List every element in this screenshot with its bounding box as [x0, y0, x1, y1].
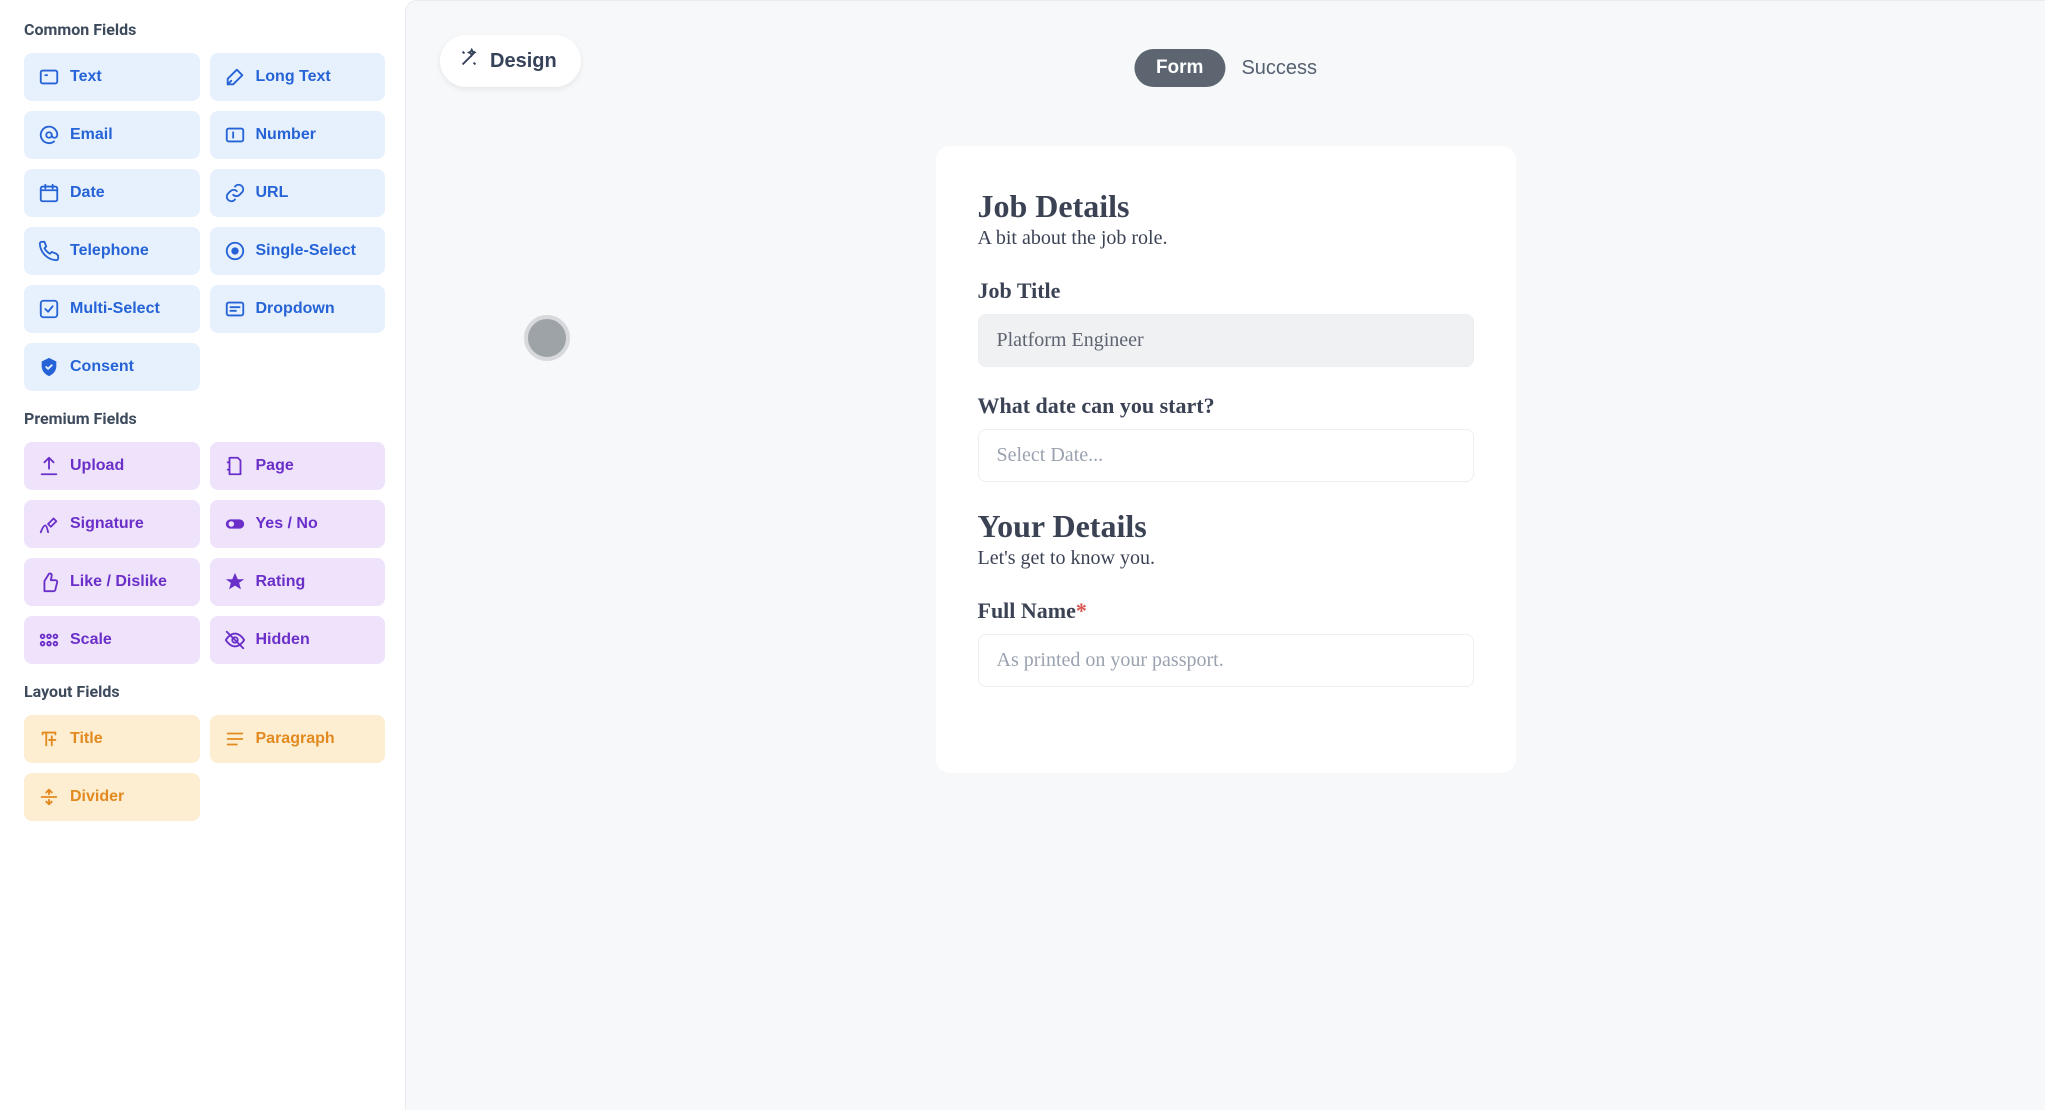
url-icon — [224, 182, 246, 204]
input-full-name[interactable] — [978, 634, 1474, 687]
telephone-icon — [38, 240, 60, 262]
section-title-your: Your Details — [978, 508, 1474, 545]
tab-bar: Form Success — [1134, 49, 1317, 87]
field-multi-select[interactable]: Multi-Select — [24, 285, 200, 333]
input-job-title — [978, 314, 1474, 367]
field-single-select[interactable]: Single-Select — [210, 227, 386, 275]
field-scale[interactable]: Scale — [24, 616, 200, 664]
field-palette: Common Fields Text Long Text Email Numbe… — [0, 0, 405, 1110]
field-page[interactable]: Page — [210, 442, 386, 490]
signature-icon — [38, 513, 60, 535]
section-title-premium: Premium Fields — [24, 409, 385, 428]
field-hidden[interactable]: Hidden — [210, 616, 386, 664]
drag-cursor-indicator — [524, 315, 570, 361]
date-icon — [38, 182, 60, 204]
page-icon — [224, 455, 246, 477]
thumb-icon — [38, 571, 60, 593]
field-yesno[interactable]: Yes / No — [210, 500, 386, 548]
hidden-icon — [224, 629, 246, 651]
canvas-area: Design Form Success Job Details A bit ab… — [405, 0, 2045, 1110]
dropdown-icon — [224, 298, 246, 320]
field-rating[interactable]: Rating — [210, 558, 386, 606]
tab-form[interactable]: Form — [1134, 49, 1226, 87]
section-title-job: Job Details — [978, 188, 1474, 225]
multi-select-icon — [38, 298, 60, 320]
common-fields-grid: Text Long Text Email Number Date URL Tel… — [24, 53, 385, 391]
paragraph-icon — [224, 728, 246, 750]
section-title-layout: Layout Fields — [24, 682, 385, 701]
label-full-name: Full Name* — [978, 598, 1474, 624]
upload-icon — [38, 455, 60, 477]
field-url[interactable]: URL — [210, 169, 386, 217]
field-upload[interactable]: Upload — [24, 442, 200, 490]
field-signature[interactable]: Signature — [24, 500, 200, 548]
scale-icon — [38, 629, 60, 651]
field-number[interactable]: Number — [210, 111, 386, 159]
field-telephone[interactable]: Telephone — [24, 227, 200, 275]
layout-fields-grid: Title Paragraph Divider — [24, 715, 385, 821]
form-preview-card: Job Details A bit about the job role. Jo… — [936, 146, 1516, 773]
section-sub-your: Let's get to know you. — [978, 547, 1474, 570]
field-text[interactable]: Text — [24, 53, 200, 101]
input-start-date[interactable] — [978, 429, 1474, 482]
wand-icon — [458, 47, 480, 75]
field-dropdown[interactable]: Dropdown — [210, 285, 386, 333]
section-sub-job: A bit about the job role. — [978, 227, 1474, 250]
toggle-icon — [224, 513, 246, 535]
field-email[interactable]: Email — [24, 111, 200, 159]
email-icon — [38, 124, 60, 146]
divider-icon — [38, 786, 60, 808]
star-icon — [224, 571, 246, 593]
design-button[interactable]: Design — [440, 35, 581, 87]
label-job-title: Job Title — [978, 278, 1474, 304]
field-divider[interactable]: Divider — [24, 773, 200, 821]
title-icon — [38, 728, 60, 750]
field-date[interactable]: Date — [24, 169, 200, 217]
number-icon — [224, 124, 246, 146]
tab-success[interactable]: Success — [1241, 57, 1317, 80]
field-title[interactable]: Title — [24, 715, 200, 763]
text-icon — [38, 66, 60, 88]
premium-fields-grid: Upload Page Signature Yes / No Like / Di… — [24, 442, 385, 664]
section-title-common: Common Fields — [24, 20, 385, 39]
single-select-icon — [224, 240, 246, 262]
consent-icon — [38, 356, 60, 378]
label-start-date: What date can you start? — [978, 393, 1474, 419]
field-paragraph[interactable]: Paragraph — [210, 715, 386, 763]
field-like-dislike[interactable]: Like / Dislike — [24, 558, 200, 606]
required-star: * — [1076, 598, 1087, 623]
field-long-text[interactable]: Long Text — [210, 53, 386, 101]
long-text-icon — [224, 66, 246, 88]
field-consent[interactable]: Consent — [24, 343, 200, 391]
